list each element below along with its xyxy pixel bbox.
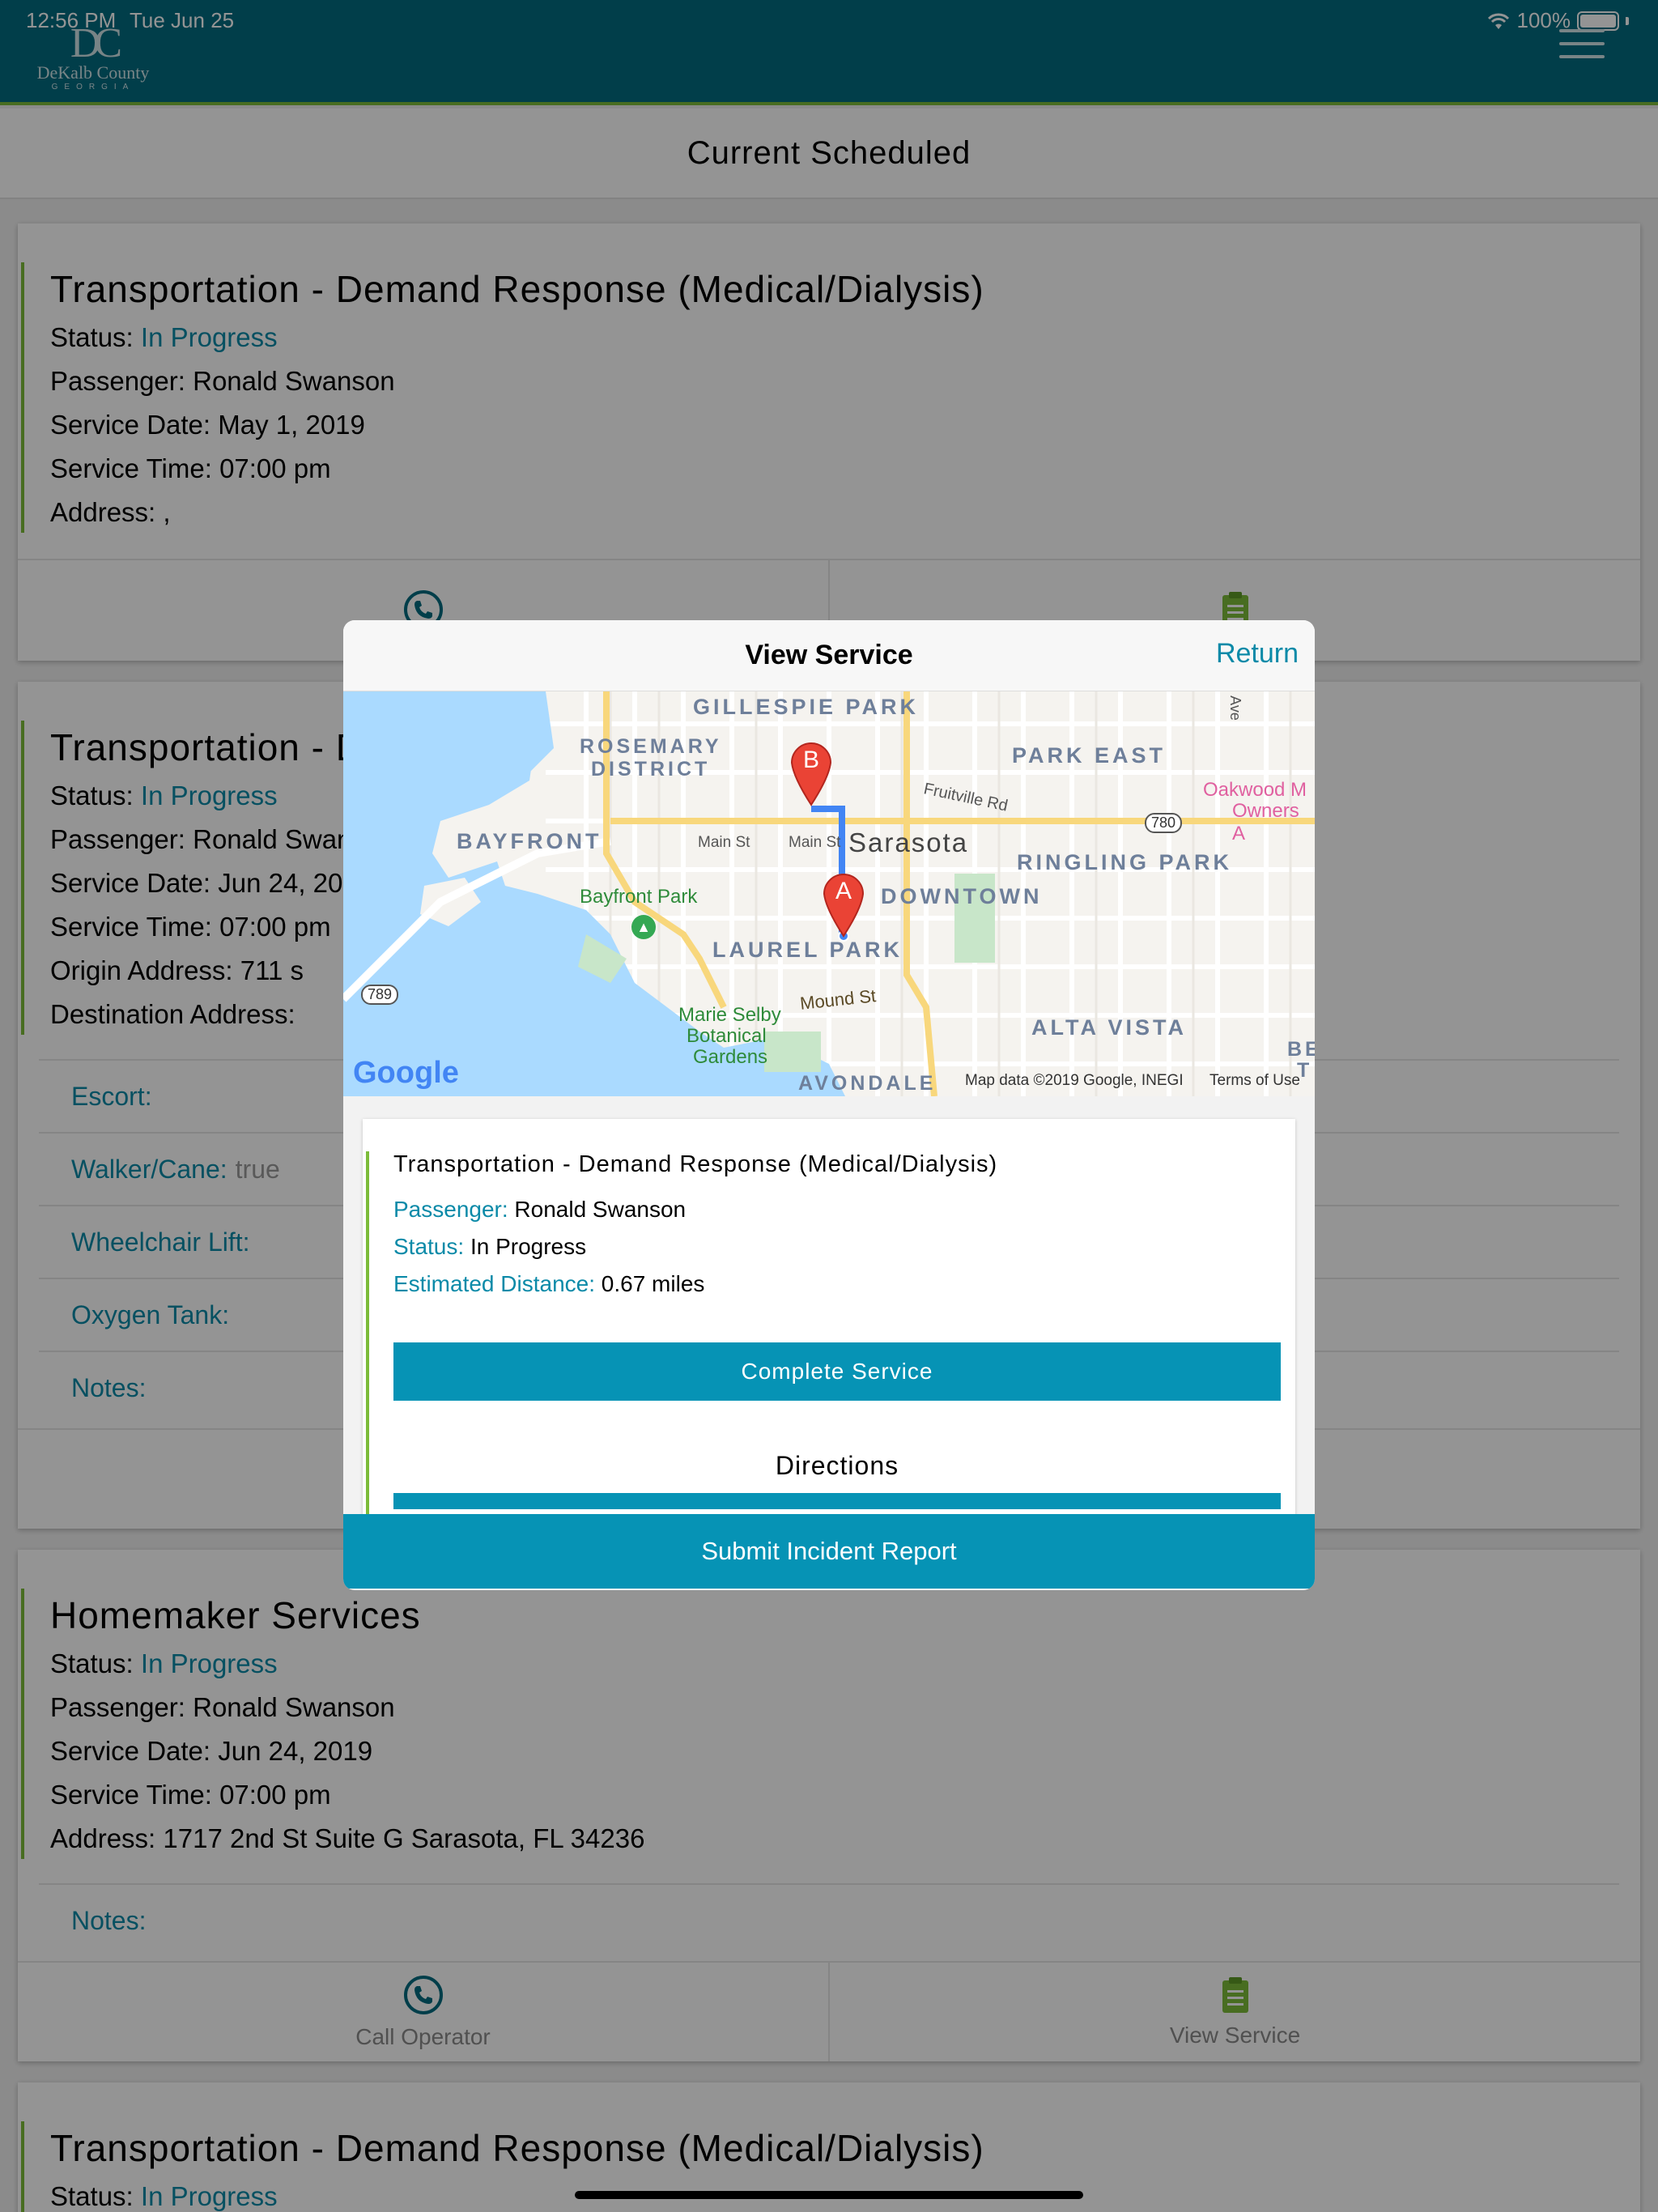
home-indicator[interactable]	[575, 2191, 1083, 2199]
service-detail-card: Transportation - Demand Response (Medica…	[363, 1119, 1295, 1568]
map-label: BE	[1287, 1038, 1315, 1061]
map-label: Marie Selby	[678, 1004, 781, 1026]
map-label: Oakwood M	[1203, 779, 1307, 801]
status-value: In Progress	[470, 1234, 587, 1259]
map-label: Gardens	[693, 1046, 768, 1068]
map-label: Main St	[789, 834, 841, 851]
map-label: DOWNTOWN	[881, 884, 1043, 908]
map-label: AVONDALE	[798, 1072, 937, 1095]
map-label: ALTA VISTA	[1031, 1015, 1187, 1040]
directions-bar	[393, 1493, 1281, 1509]
passenger-value: Ronald Swanson	[514, 1197, 687, 1222]
map-label: Owners A	[1232, 800, 1299, 844]
map-attribution: Map data ©2019 Google, INEGI	[965, 1072, 1184, 1089]
modal-title: View Service	[745, 640, 913, 670]
map-label: LAUREL PARK	[712, 938, 903, 962]
service-detail-title: Transportation - Demand Response (Medica…	[393, 1151, 998, 1177]
route-shield: 789	[361, 985, 399, 1005]
distance-value: 0.67 miles	[601, 1271, 705, 1296]
modal-header: View Service Return	[343, 620, 1315, 691]
terms-of-use-link[interactable]: Terms of Use	[1209, 1072, 1300, 1090]
map-label: Sarasota	[848, 827, 969, 857]
map-label: Botanical	[687, 1025, 767, 1047]
map-label: DISTRICT	[591, 758, 711, 781]
map-label: ROSEMARY	[580, 735, 722, 758]
map-label: Ave	[1226, 696, 1244, 721]
directions-heading: Directions	[775, 1451, 899, 1480]
view-service-modal: View Service Return GILLESPIE PARK ROSEM…	[343, 620, 1315, 1590]
map-label: Bayfront Park	[580, 886, 698, 908]
complete-service-button[interactable]: Complete Service	[393, 1342, 1281, 1401]
map-label: PARK EAST	[1012, 743, 1167, 768]
google-logo: Google	[353, 1056, 459, 1090]
return-button[interactable]: Return	[1216, 638, 1299, 670]
map-label: GILLESPIE PARK	[693, 695, 920, 719]
map-label: Main St	[698, 834, 750, 851]
map-label: RINGLING PARK	[1017, 850, 1232, 874]
route-shield: 780	[1145, 813, 1183, 833]
submit-incident-report-button[interactable]: Submit Incident Report	[343, 1514, 1315, 1589]
map-label: BAYFRONT	[457, 829, 602, 853]
route-map[interactable]: GILLESPIE PARK ROSEMARY DISTRICT PARK EA…	[343, 691, 1315, 1096]
park-pin-icon: ▲	[631, 915, 656, 939]
